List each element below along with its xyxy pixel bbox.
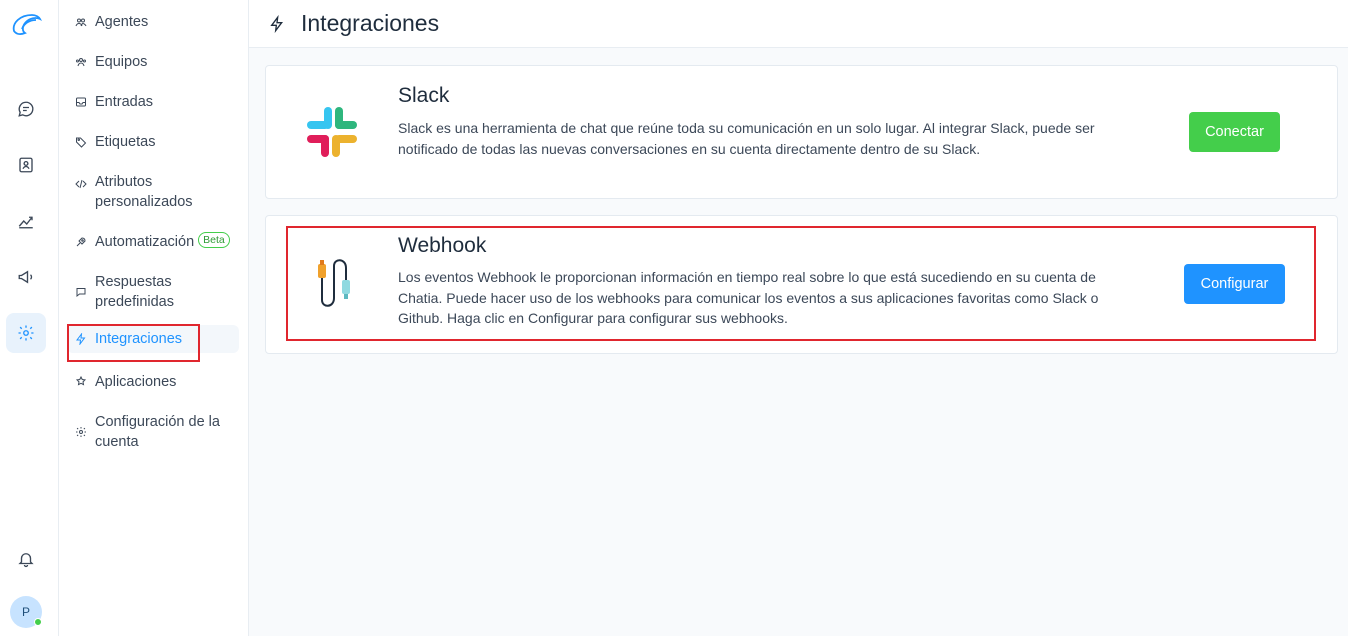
highlight-box-sidebar	[67, 324, 200, 362]
online-status-dot	[34, 618, 42, 626]
page-header: Integraciones	[249, 0, 1348, 48]
contacts-icon[interactable]	[6, 145, 46, 185]
sidebar-item-label: Automatización	[95, 234, 195, 250]
sidebar-item-label: Equipos	[95, 54, 148, 70]
sidebar-item-entradas[interactable]: Entradas	[67, 88, 239, 116]
slack-logo-icon	[304, 104, 360, 160]
code-icon	[75, 174, 87, 194]
connect-slack-button[interactable]: Conectar	[1189, 112, 1280, 152]
settings-icon	[75, 422, 87, 442]
beta-badge: Beta	[198, 232, 230, 248]
agents-icon	[75, 12, 87, 32]
sidebar-item-label: Entradas	[95, 94, 154, 110]
sidebar-item-equipos[interactable]: Equipos	[67, 48, 239, 76]
sidebar-item-label: Atributos personalizados	[95, 174, 193, 210]
integration-title: Slack	[398, 84, 450, 107]
sidebar-item-atributos[interactable]: Atributos personalizados	[67, 168, 239, 216]
teams-icon	[75, 52, 87, 72]
sidebar-item-label: Etiquetas	[95, 134, 156, 150]
labels-icon	[75, 132, 87, 152]
sidebar-item-label: Configuración de la cuenta	[95, 414, 220, 450]
avatar-initial: P	[21, 605, 30, 619]
sidebar-item-etiquetas[interactable]: Etiquetas	[67, 128, 239, 156]
reports-icon[interactable]	[6, 201, 46, 241]
automation-icon	[75, 232, 87, 252]
conversations-icon[interactable]	[6, 89, 46, 129]
sidebar-item-aplicaciones[interactable]: Aplicaciones	[67, 368, 239, 396]
settings-sidebar: Agentes Equipos Entradas Etiquetas Atrib…	[59, 0, 249, 636]
sidebar-item-label: Agentes	[95, 14, 149, 30]
sidebar-item-label: Aplicaciones	[95, 374, 177, 390]
avatar[interactable]: P	[10, 596, 42, 628]
highlight-box-webhook	[286, 226, 1316, 341]
inboxes-icon	[75, 92, 87, 112]
integration-description: Slack es una herramienta de chat que reú…	[398, 120, 1095, 157]
sidebar-item-label: Respuestas predefinidas	[95, 274, 174, 310]
sidebar-item-automatizacion[interactable]: Automatización Beta	[67, 228, 239, 256]
notifications-icon[interactable]	[6, 539, 46, 579]
settings-icon[interactable]	[6, 313, 46, 353]
sidebar-item-configuracion[interactable]: Configuración de la cuenta	[67, 408, 239, 456]
lightning-icon	[267, 14, 287, 34]
primary-nav-rail: P	[0, 0, 59, 636]
sidebar-item-agentes[interactable]: Agentes	[67, 8, 239, 36]
campaigns-icon[interactable]	[6, 257, 46, 297]
integration-card-slack: Slack Slack es una herramienta de chat q…	[265, 65, 1338, 199]
logo-icon[interactable]	[7, 5, 45, 43]
sidebar-item-respuestas[interactable]: Respuestas predefinidas	[67, 268, 239, 316]
apps-icon	[75, 372, 87, 392]
page-title: Integraciones	[301, 10, 440, 36]
canned-responses-icon	[75, 282, 87, 302]
